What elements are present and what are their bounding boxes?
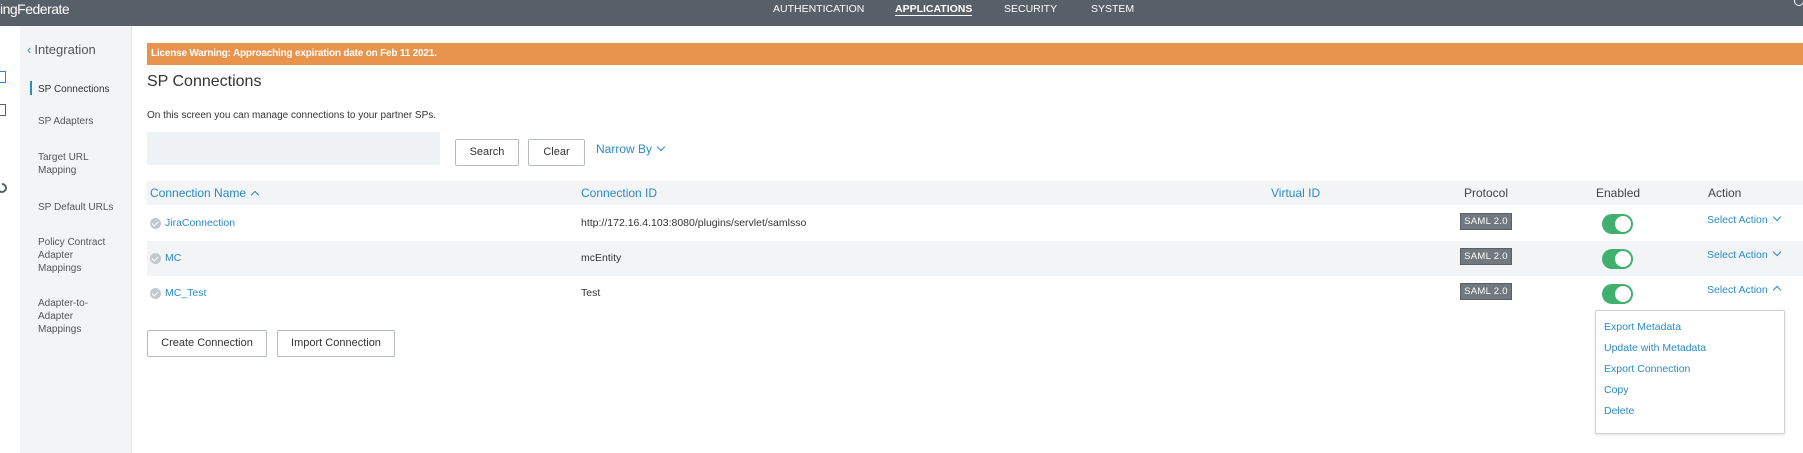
chevron-left-icon: ‹	[27, 42, 32, 57]
sidebar: ‹ Integration SP Connections SP Adapters …	[20, 26, 132, 453]
column-connection-name[interactable]: Connection Name	[150, 181, 260, 205]
nav-security[interactable]: SECURITY	[1004, 0, 1057, 26]
page-description: On this screen you can manage connection…	[147, 110, 437, 121]
protocol-badge: SAML 2.0	[1460, 283, 1512, 300]
connection-name-link[interactable]: JiraConnection	[165, 206, 235, 241]
enabled-toggle[interactable]	[1602, 214, 1633, 234]
connection-name-link[interactable]: MC	[165, 241, 181, 276]
nav-authentication[interactable]: AUTHENTICATION	[773, 0, 864, 26]
check-circle-icon	[150, 288, 161, 299]
connection-name-link[interactable]: MC_Test	[165, 276, 206, 311]
table-row: MC mcEntity SAML 2.0 Select Action	[147, 241, 1803, 276]
sidebar-item-target-url-mapping[interactable]: Target URL Mapping	[38, 151, 98, 177]
select-action-dropdown[interactable]: Select Action	[1707, 238, 1781, 273]
search-icon[interactable]	[1794, 0, 1803, 6]
chevron-down-icon	[1772, 212, 1781, 222]
menu-item-export-connection[interactable]: Export Connection	[1604, 363, 1690, 375]
chevron-down-icon	[1772, 247, 1781, 257]
column-enabled: Enabled	[1596, 186, 1641, 200]
enabled-toggle[interactable]	[1602, 284, 1633, 304]
sidebar-item-adapter-to-adapter-mappings[interactable]: Adapter-to-Adapter Mappings	[38, 297, 98, 336]
action-menu: Export Metadata Update with Metadata Exp…	[1595, 310, 1785, 434]
settings-icon[interactable]	[0, 180, 10, 196]
nav-applications[interactable]: APPLICATIONS	[895, 0, 973, 26]
column-connection-id[interactable]: Connection ID	[581, 181, 657, 205]
sidebar-item-sp-default-urls[interactable]: SP Default URLs	[38, 201, 128, 214]
chevron-up-icon	[1772, 285, 1781, 295]
menu-item-copy[interactable]: Copy	[1604, 384, 1629, 396]
protocol-badge: SAML 2.0	[1460, 213, 1512, 230]
check-circle-icon	[150, 218, 161, 229]
product-logo: ingFederate	[0, 1, 70, 17]
narrow-by-toggle[interactable]: Narrow By	[596, 142, 666, 156]
sidebar-item-sp-adapters[interactable]: SP Adapters	[38, 115, 128, 128]
sidebar-item-sp-connections[interactable]: SP Connections	[38, 83, 128, 96]
narrow-by-label: Narrow By	[596, 142, 653, 156]
clear-button[interactable]: Clear	[528, 139, 585, 166]
connection-id: mcEntity	[581, 252, 622, 264]
nav-system[interactable]: SYSTEM	[1091, 0, 1134, 26]
search-input[interactable]	[147, 132, 440, 165]
menu-item-export-metadata[interactable]: Export Metadata	[1604, 321, 1681, 333]
select-action-dropdown[interactable]: Select Action	[1707, 203, 1781, 238]
column-action: Action	[1708, 186, 1742, 200]
menu-item-delete[interactable]: Delete	[1604, 405, 1634, 417]
page-title: SP Connections	[147, 73, 262, 90]
create-connection-button[interactable]: Create Connection	[147, 330, 267, 357]
table-row: JiraConnection http://172.16.4.103:8080/…	[147, 206, 1803, 241]
license-warning-banner: License Warning: Approaching expiration …	[147, 43, 1803, 65]
column-protocol: Protocol	[1464, 186, 1509, 200]
protocol-badge: SAML 2.0	[1460, 248, 1512, 265]
section-icon-strip	[0, 26, 20, 453]
active-indicator	[30, 81, 32, 95]
search-button[interactable]: Search	[455, 139, 519, 166]
integration-icon[interactable]	[0, 71, 6, 83]
select-action-dropdown[interactable]: Select Action	[1707, 273, 1781, 308]
table-header: Connection Name Connection ID Virtual ID…	[147, 181, 1803, 205]
column-virtual-id[interactable]: Virtual ID	[1271, 181, 1320, 205]
connection-id: http://172.16.4.103:8080/plugins/servlet…	[581, 217, 807, 229]
import-connection-button[interactable]: Import Connection	[277, 330, 395, 357]
chevron-down-icon	[656, 142, 666, 152]
enabled-toggle[interactable]	[1602, 249, 1633, 269]
document-icon[interactable]	[0, 104, 6, 116]
menu-item-update-with-metadata[interactable]: Update with Metadata	[1604, 342, 1706, 354]
sidebar-back-link[interactable]: ‹ Integration	[27, 42, 96, 57]
table-row: MC_Test Test SAML 2.0 Select Action	[147, 276, 1803, 311]
connection-id: Test	[581, 287, 601, 299]
sidebar-item-policy-contract-adapter-mappings[interactable]: Policy Contract Adapter Mappings	[38, 236, 118, 275]
check-circle-icon	[150, 253, 161, 264]
top-navigation-bar: ingFederate AUTHENTICATION APPLICATIONS …	[0, 0, 1803, 26]
sort-ascending-icon	[250, 190, 260, 200]
